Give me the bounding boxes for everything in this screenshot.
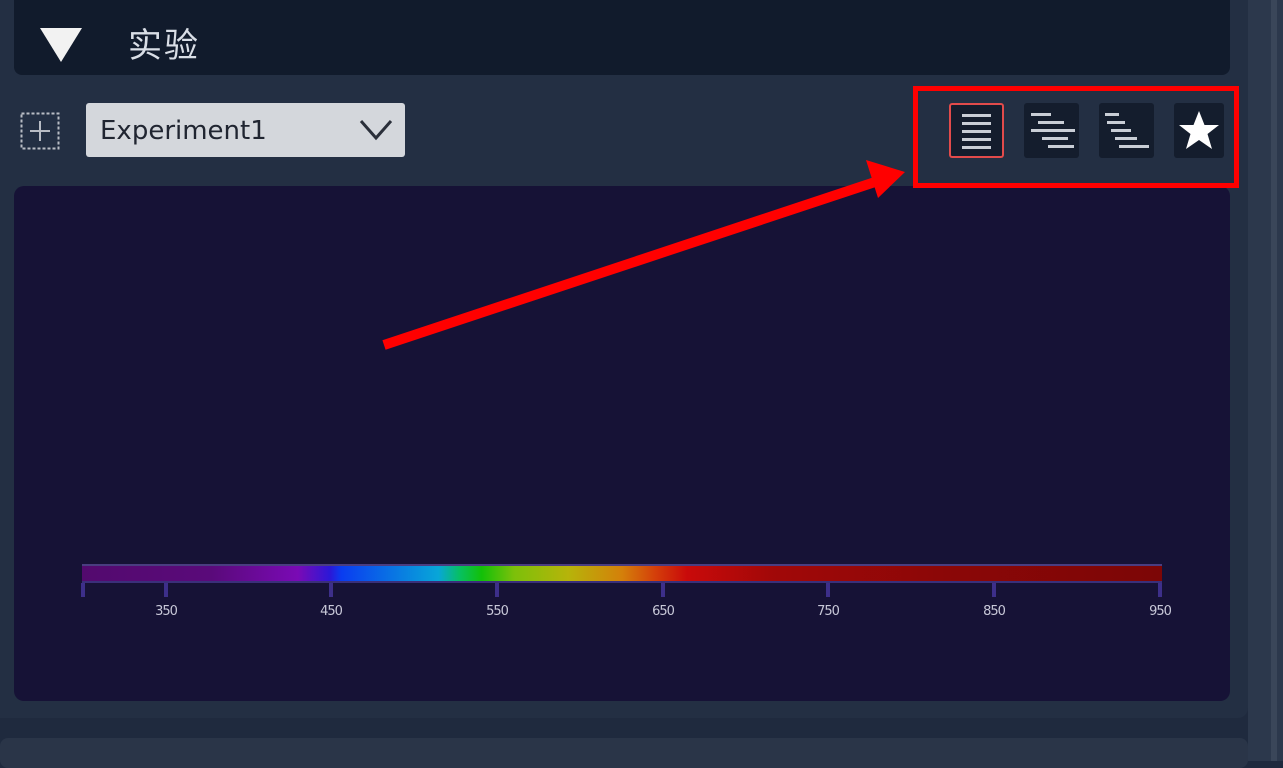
spectrum-axis-tick — [826, 583, 830, 597]
next-panel — [0, 738, 1248, 768]
spectrum-axis-tick-label: 750 — [817, 604, 840, 619]
experiment-select[interactable]: Experiment1 — [86, 103, 405, 157]
experiment-panel: 实验 Experiment1 — [0, 0, 1248, 718]
align-center-staggered-button[interactable] — [1024, 103, 1079, 158]
spectrum-axis-tick — [81, 583, 85, 597]
experiment-select-value: Experiment1 — [100, 116, 267, 146]
align-center-icon — [962, 114, 991, 149]
spectrum-axis-tick-label: 350 — [155, 604, 178, 619]
spectrum-axis-tick — [992, 583, 996, 597]
spectrum-axis-tick-label: 550 — [486, 604, 509, 619]
spectrum-plot-area — [14, 186, 1230, 701]
triangle-down-icon[interactable] — [40, 28, 82, 66]
spectrum-axis-tick-label: 650 — [652, 604, 675, 619]
plus-square-icon — [20, 112, 60, 150]
spectrum-axis-tick-label: 850 — [983, 604, 1006, 619]
chevron-down-icon — [359, 119, 393, 145]
wavelength-spectrum-bar — [82, 564, 1162, 581]
spectrum-axis-tick — [329, 583, 333, 597]
spectrum-axis-tick-label: 950 — [1149, 604, 1172, 619]
side-scroll-strip — [1248, 0, 1283, 761]
spectrum-axis-tick-label: 450 — [320, 604, 343, 619]
spectrum-axis-tick — [1158, 583, 1162, 597]
add-experiment-button[interactable] — [20, 112, 60, 150]
star-icon — [1179, 111, 1219, 149]
favorite-button[interactable] — [1174, 103, 1224, 158]
section-title: 实验 — [128, 26, 200, 66]
align-center-staggered-icon — [1031, 113, 1075, 148]
spectrum-axis-tick — [495, 583, 499, 597]
scrollbar[interactable] — [1271, 0, 1277, 761]
spectrum-axis-tick — [164, 583, 168, 597]
spectrum-axis-line — [82, 581, 1162, 583]
align-left-staggered-button[interactable] — [1099, 103, 1154, 158]
align-left-staggered-icon — [1105, 113, 1149, 148]
spectrum-axis-tick — [661, 583, 665, 597]
section-header[interactable]: 实验 — [14, 0, 1230, 75]
align-center-button[interactable] — [949, 103, 1004, 158]
